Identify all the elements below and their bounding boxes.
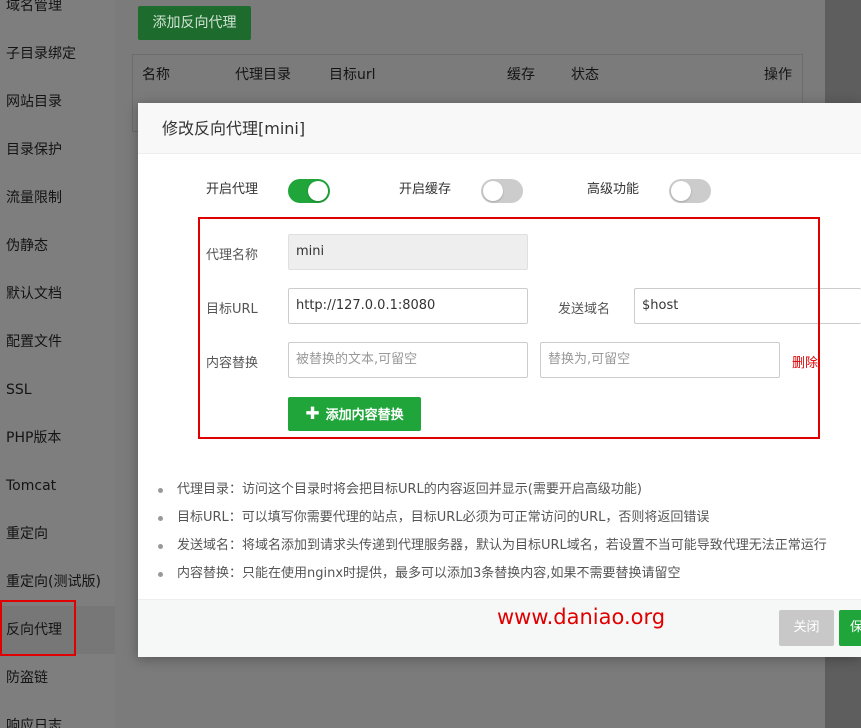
tip-proxy-dir: 代理目录：访问这个目录时将会把目标URL的内容返回并显示(需要开启高级功能) bbox=[156, 476, 861, 504]
toggle-advanced-label: 高级功能 bbox=[587, 182, 640, 197]
switch-knob bbox=[671, 181, 691, 201]
table-header-target-url: 目标url bbox=[329, 67, 376, 83]
sidebar-item-rewrite[interactable]: 伪静态 bbox=[0, 222, 115, 270]
tip-send-domain: 发送域名：将域名添加到请求头传递到代理服务器，默认为目标URL域名，若设置不当可… bbox=[156, 532, 861, 560]
sidebar-item-domain[interactable]: 域名管理 bbox=[0, 0, 115, 30]
table-header-proxy-dir: 代理目录 bbox=[235, 67, 291, 83]
sidebar-item-redirect-beta[interactable]: 重定向(测试版) bbox=[0, 558, 115, 606]
tip-target-url: 目标URL：可以填写你需要代理的站点，目标URL必须为可正常访问的URL，否则将… bbox=[156, 504, 861, 532]
tip-content-replace: 内容替换：只能在使用nginx时提供，最多可以添加3条替换内容,如果不需要替换请… bbox=[156, 560, 861, 588]
sidebar-item-tomcat[interactable]: Tomcat bbox=[0, 462, 115, 510]
sidebar-item-ssl[interactable]: SSL bbox=[0, 366, 115, 414]
table-header-cache: 缓存 bbox=[507, 67, 535, 83]
close-button[interactable]: 关闭 bbox=[779, 610, 834, 646]
sidebar-item-redirect[interactable]: 重定向 bbox=[0, 510, 115, 558]
toggle-advanced-switch[interactable] bbox=[669, 179, 711, 203]
toggle-proxy-label: 开启代理 bbox=[206, 182, 259, 197]
sidebar-item-hotlink[interactable]: 防盗链 bbox=[0, 654, 115, 702]
sidebar-item-default-doc[interactable]: 默认文档 bbox=[0, 270, 115, 318]
table-header-name: 名称 bbox=[142, 67, 170, 83]
sidebar-item-subdir[interactable]: 子目录绑定 bbox=[0, 30, 115, 78]
sidebar-item-log[interactable]: 响应日志 bbox=[0, 702, 115, 728]
sidebar-item-config[interactable]: 配置文件 bbox=[0, 318, 115, 366]
modal-title: 修改反向代理[mini] bbox=[138, 103, 861, 154]
save-button[interactable]: 保存 bbox=[839, 610, 861, 646]
toggle-proxy-switch[interactable] bbox=[288, 179, 330, 203]
sidebar-item-php[interactable]: PHP版本 bbox=[0, 414, 115, 462]
sidebar-item-site-dir[interactable]: 网站目录 bbox=[0, 78, 115, 126]
help-tips: 代理目录：访问这个目录时将会把目标URL的内容返回并显示(需要开启高级功能) 目… bbox=[156, 476, 861, 588]
switch-knob bbox=[483, 181, 503, 201]
annotation-box-sidebar bbox=[0, 600, 76, 656]
table-header-actions: 操作 bbox=[764, 67, 792, 83]
edit-proxy-modal: 修改反向代理[mini] 开启代理 开启缓存 高级功能 代理名称 mini 目标… bbox=[138, 103, 861, 657]
watermark-text: www.daniao.org bbox=[497, 605, 666, 629]
toggle-cache-label: 开启缓存 bbox=[399, 182, 452, 197]
switch-knob bbox=[308, 181, 328, 201]
add-reverse-proxy-button[interactable]: 添加反向代理 bbox=[138, 6, 251, 40]
sidebar-item-traffic[interactable]: 流量限制 bbox=[0, 174, 115, 222]
table-header-status: 状态 bbox=[571, 67, 599, 83]
annotation-box-form bbox=[198, 217, 820, 439]
sidebar-item-dir-protect[interactable]: 目录保护 bbox=[0, 126, 115, 174]
toggle-cache-switch[interactable] bbox=[481, 179, 523, 203]
